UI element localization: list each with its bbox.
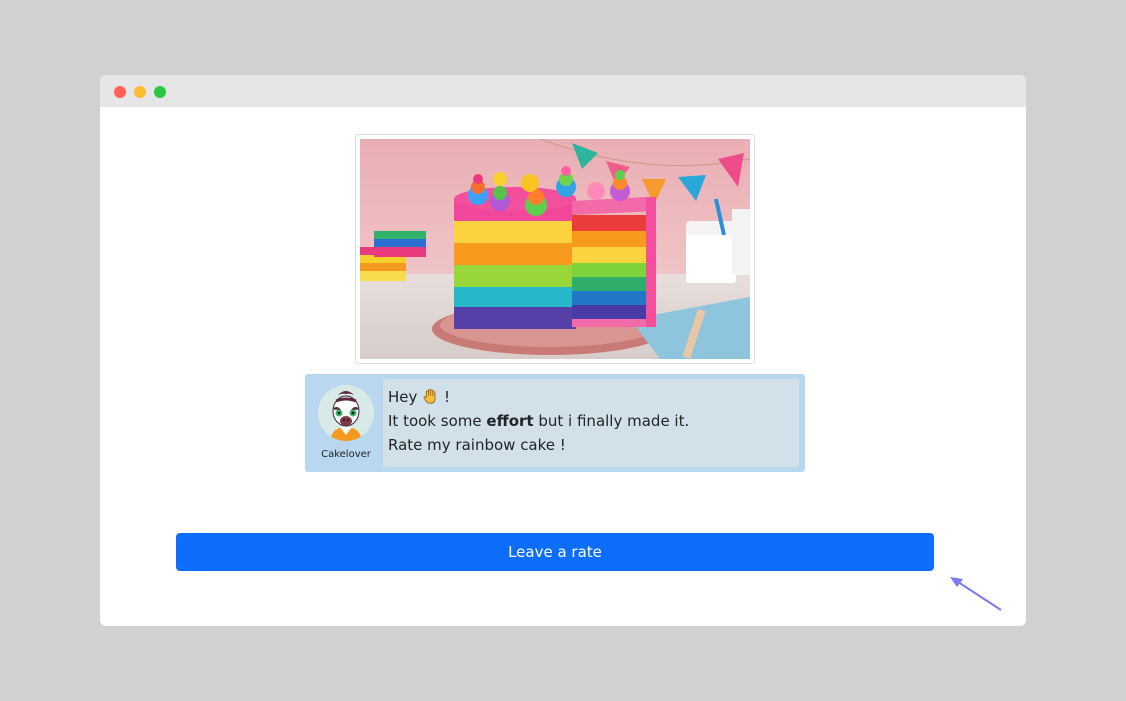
browser-window: Cakelover Hey ! It took some effort but … (100, 75, 1026, 626)
rainbow-cake-image (360, 139, 750, 359)
avatar[interactable] (318, 385, 374, 441)
message-line-effort: It took some effort but i finally made i… (388, 412, 689, 430)
zebra-avatar-icon (318, 385, 374, 441)
message-text-after: but i finally made it. (538, 412, 690, 430)
post-image-frame (355, 134, 755, 364)
message-line-greeting: Hey ! (388, 388, 450, 406)
message-bubble: Hey ! It took some effort but i finally … (383, 379, 799, 467)
close-window-icon[interactable] (114, 86, 126, 98)
author-name[interactable]: Cakelover (315, 449, 377, 460)
message-line-rate: Rate my rainbow cake ! (388, 436, 566, 454)
greeting-end: ! (443, 388, 450, 406)
waving-hand-icon (423, 388, 436, 404)
message-text-bold: effort (486, 412, 534, 430)
minimize-window-icon[interactable] (134, 86, 146, 98)
message-text-before: It took some (388, 412, 482, 430)
author-block: Cakelover (315, 385, 377, 465)
greeting-text: Hey (388, 388, 418, 406)
arrow-pointer-icon (950, 577, 1002, 611)
leave-a-rate-button[interactable]: Leave a rate (176, 533, 934, 571)
title-bar (100, 75, 1026, 107)
maximize-window-icon[interactable] (154, 86, 166, 98)
message-card: Cakelover Hey ! It took some effort but … (305, 374, 805, 472)
